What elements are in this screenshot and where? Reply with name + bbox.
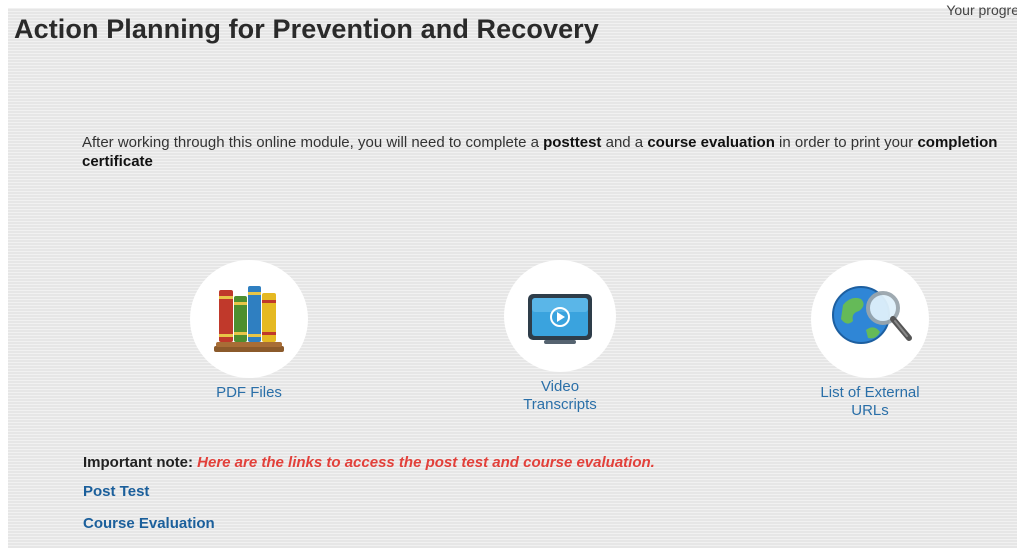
external-urls-label-line1: List of External (820, 384, 920, 401)
post-test-link[interactable]: Post Test (83, 483, 149, 500)
video-transcripts-icon-circle[interactable] (504, 260, 616, 372)
globe-magnifier-icon (832, 286, 912, 344)
external-urls-label-line2: URLs (851, 402, 889, 419)
video-transcripts-resource[interactable]: Video Transcripts (475, 260, 645, 414)
external-urls-icon-circle[interactable] (811, 260, 929, 378)
pdf-files-resource[interactable]: PDF Files (164, 260, 334, 402)
intro-text-part3: in order to print your (774, 134, 918, 151)
content-panel: Your progre Action Planning for Preventi… (8, 2, 1017, 548)
intro-text-part1: After working through this online module… (82, 134, 544, 151)
external-urls-link[interactable]: List of External URLs (785, 384, 955, 420)
intro-course-evaluation: course evaluation (647, 134, 775, 151)
intro-text-part2: and a (601, 134, 648, 151)
important-note: Important note: Here are the links to ac… (83, 454, 655, 471)
pdf-files-link[interactable]: PDF Files (164, 384, 334, 402)
external-urls-resource[interactable]: List of External URLs (785, 260, 955, 420)
video-transcripts-label-line2: Transcripts (523, 396, 597, 413)
course-evaluation-link[interactable]: Course Evaluation (83, 515, 215, 532)
video-transcripts-label-line1: Video (540, 378, 580, 395)
intro-posttest: posttest (543, 134, 602, 151)
intro-text: After working through this online module… (82, 133, 1002, 171)
important-note-label: Important note: (83, 454, 198, 471)
video-transcripts-link[interactable]: Video Transcripts (475, 378, 645, 414)
books-icon (214, 286, 284, 352)
progress-indicator-partial: Your progre (946, 2, 1017, 18)
important-note-text: Here are the links to access the post te… (197, 454, 655, 471)
page-title: Action Planning for Prevention and Recov… (14, 14, 599, 44)
video-screen-icon (528, 294, 592, 344)
pdf-files-icon-circle[interactable] (190, 260, 308, 378)
